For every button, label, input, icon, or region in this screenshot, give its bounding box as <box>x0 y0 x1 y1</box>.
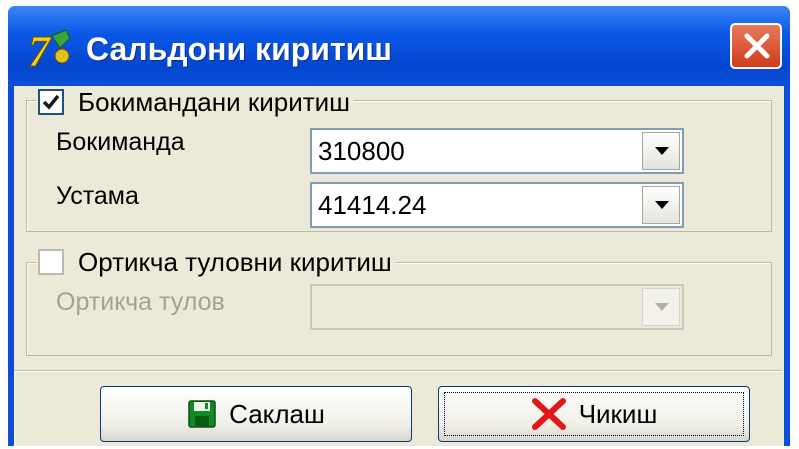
dialog-client-area: Бокимандани киритиш Бокиманда 310800 Уст… <box>14 86 784 446</box>
overpayment-checkbox-label: Ортикча туловни киритиш <box>78 247 392 277</box>
overpayment-dropdown-button[interactable] <box>642 288 680 326</box>
window-title: Сальдони киритиш <box>86 31 392 67</box>
overpayment-group-legend: Ортикча туловни киритиш <box>36 246 396 278</box>
balance-label: Устама <box>56 182 139 210</box>
svg-text:7: 7 <box>28 27 52 72</box>
focus-rectangle <box>444 392 744 436</box>
close-icon <box>744 33 770 59</box>
account-combo-value: 310800 <box>318 136 405 166</box>
chevron-down-icon <box>655 147 669 155</box>
save-button[interactable]: Саклаш <box>100 386 412 442</box>
chevron-down-icon <box>655 303 669 311</box>
account-combo[interactable]: 310800 <box>310 128 684 174</box>
app-logo-icon: 7 <box>26 26 78 77</box>
balance-dropdown-button[interactable] <box>642 186 680 224</box>
overpayment-checkbox[interactable] <box>38 249 64 275</box>
account-label: Бокиманда <box>56 128 185 156</box>
dialog-window: 7 Сальдони киритиш Бокимандани киритиш Б… <box>8 6 790 446</box>
close-button[interactable] <box>730 23 782 69</box>
save-button-label: Саклаш <box>229 398 325 429</box>
account-group-legend: Бокимандани киритиш <box>36 86 355 118</box>
exit-button[interactable]: Чикиш <box>438 386 750 442</box>
balance-combo-value: 41414.24 <box>318 190 427 220</box>
chevron-down-icon <box>655 201 669 209</box>
overpayment-combo[interactable] <box>310 284 684 330</box>
save-floppy-icon <box>187 399 217 429</box>
overpayment-label: Ортикча тулов <box>56 288 225 316</box>
account-dropdown-button[interactable] <box>642 132 680 170</box>
balance-combo[interactable]: 41414.24 <box>310 182 684 228</box>
account-checkbox-label: Бокимандани киритиш <box>78 87 351 117</box>
title-bar[interactable]: 7 Сальдони киритиш <box>8 6 790 86</box>
check-icon <box>42 94 60 110</box>
account-checkbox[interactable] <box>38 89 64 115</box>
